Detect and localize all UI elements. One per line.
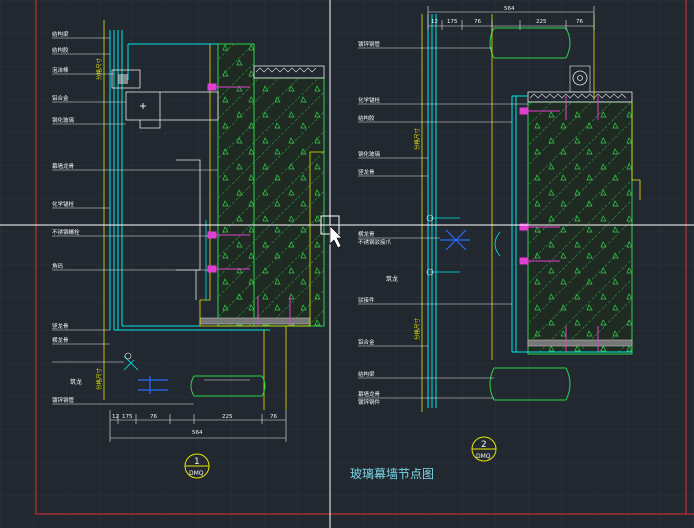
label-left-8: 不锈钢螺栓 [52, 228, 80, 236]
dim-right-seg-4: 225 [536, 19, 547, 25]
label-right-9: 铝合金 [358, 338, 375, 346]
detail-number-2: 2 [481, 440, 487, 450]
dim-right-seg-2: 175 [447, 19, 458, 25]
label-left-11: 横龙骨 [52, 336, 69, 344]
module-size-text-4: 分格尺寸 [413, 317, 421, 340]
label-right-12: 镀锌钢件 [358, 398, 381, 406]
annotation-layer: 结构梁 结构胶 泡沫棒 铝合金 钢化玻璃 幕墙龙骨 化学锚栓 不锈钢螺栓 角码 … [52, 6, 583, 481]
label-left-1: 结构梁 [52, 30, 69, 38]
label-right-10: 结构梁 [358, 370, 375, 378]
detail-code-2: DMQ [476, 453, 491, 460]
dim-left-seg-1: 12 [112, 414, 119, 420]
detail-code-1: DMQ [189, 470, 204, 477]
dim-left-seg-4: 225 [222, 414, 233, 420]
label-left-12: 镀锌钢管 [52, 396, 75, 404]
dim-left-seg-5: 76 [270, 414, 277, 420]
dim-right-seg-3: 76 [474, 19, 481, 25]
label-right-4: 钢化玻璃 [358, 150, 381, 158]
label-left-10: 竖龙骨 [52, 322, 69, 330]
label-left-9: 角码 [52, 262, 64, 270]
label-left-7: 化学锚栓 [52, 200, 75, 208]
label-left-2: 结构胶 [52, 46, 69, 54]
dim-left-seg-2: 175 [122, 414, 133, 420]
label-right-8: 驳接件 [358, 296, 375, 304]
module-size-text-3: 分格尺寸 [413, 127, 421, 150]
dim-right-seg-1: 12 [431, 19, 438, 25]
dim-right-seg-5: 76 [576, 19, 583, 25]
label-right-3: 结构胶 [358, 114, 375, 122]
label-right-5: 竖龙骨 [358, 168, 375, 176]
dim-left-total: 564 [192, 430, 203, 436]
dim-right-total: 564 [504, 6, 515, 12]
label-right-2: 化学锚栓 [358, 96, 381, 104]
label-left-6: 幕墙龙骨 [52, 162, 75, 170]
label-left-5: 钢化玻璃 [52, 116, 75, 124]
module-size-text-1: 分格尺寸 [95, 57, 103, 80]
cad-canvas[interactable]: 结构梁 结构胶 泡沫棒 铝合金 钢化玻璃 幕墙龙骨 化学锚栓 不锈钢螺栓 角码 … [0, 0, 694, 528]
watermark-2: 筑龙 [386, 275, 398, 283]
label-left-3: 泡沫棒 [52, 66, 69, 74]
detail-number-1: 1 [194, 457, 200, 467]
label-right-1: 镀锌钢管 [358, 40, 381, 48]
dim-left-seg-3: 76 [150, 414, 157, 420]
drawing-title: 玻璃幕墙节点图 [350, 467, 434, 481]
label-left-4: 铝合金 [52, 94, 69, 102]
watermark-1: 筑龙 [70, 378, 82, 386]
label-right-7: 不锈钢驳接爪 [358, 238, 392, 246]
label-right-6: 横龙骨 [358, 230, 375, 238]
module-size-text-2: 分格尺寸 [95, 367, 103, 390]
label-right-11: 幕墙龙骨 [358, 390, 381, 398]
